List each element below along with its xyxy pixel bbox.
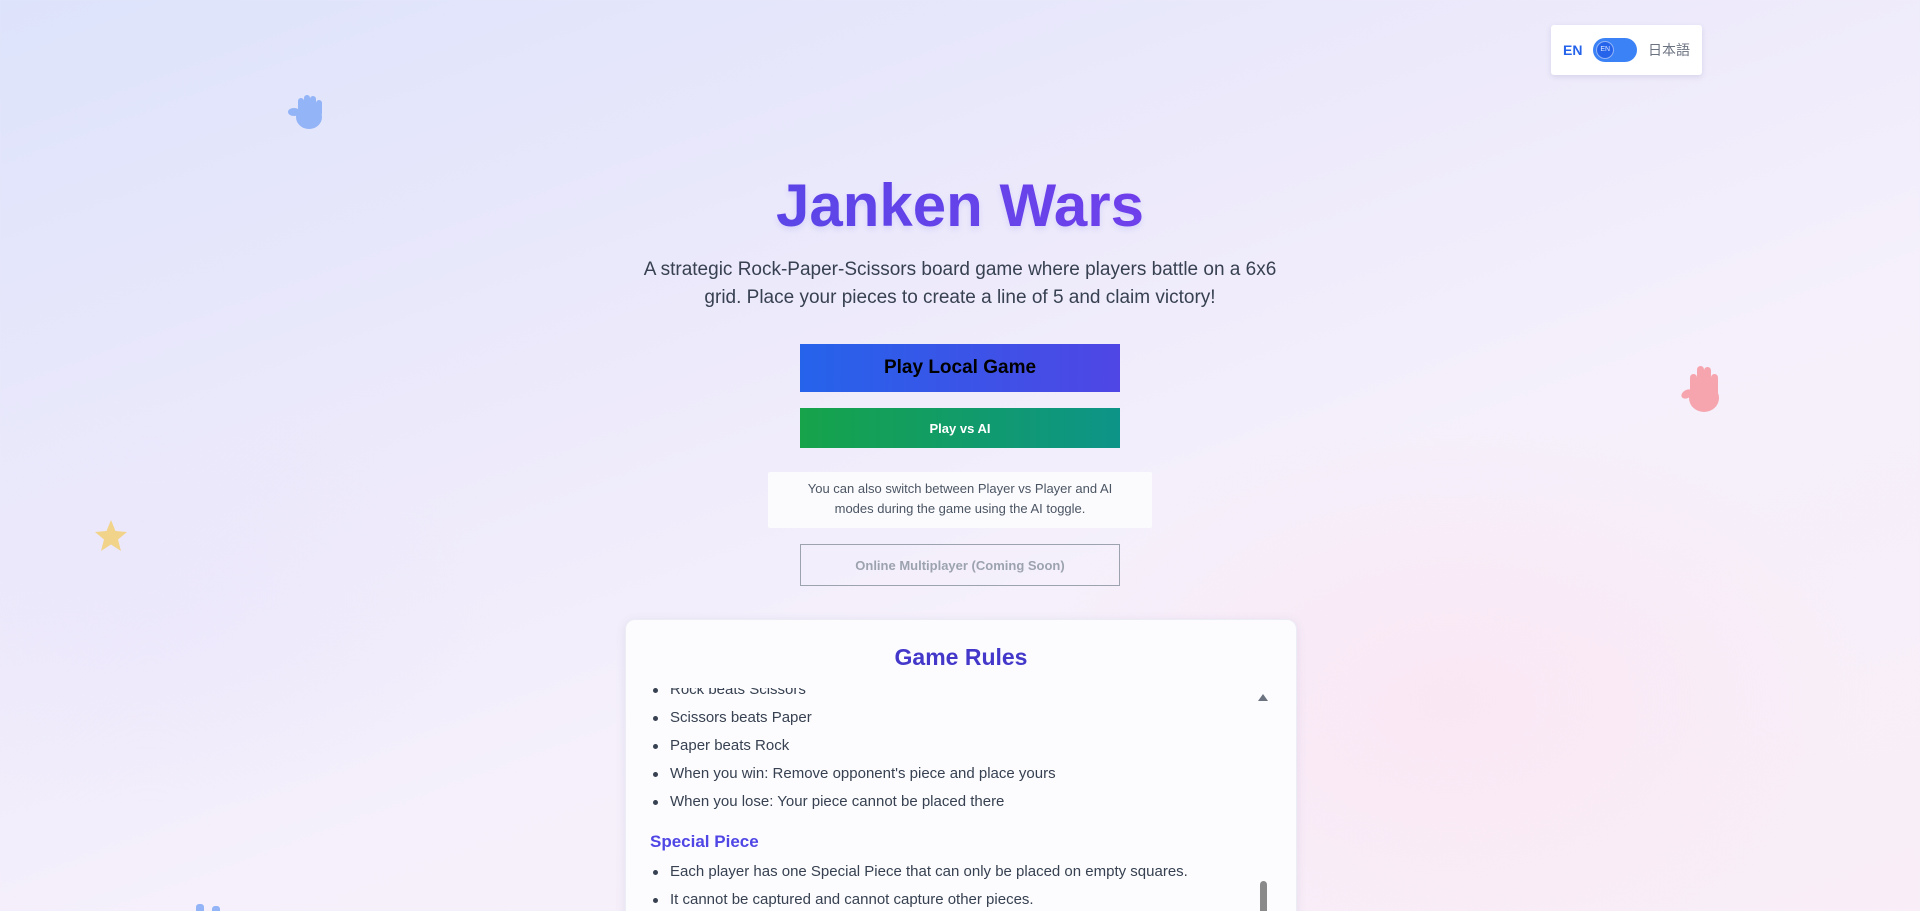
list-item: When you win: Remove opponent's piece an…	[650, 760, 1246, 788]
hand-icon	[196, 904, 220, 911]
special-piece-heading: Special Piece	[650, 832, 759, 851]
language-switch[interactable]: EN	[1593, 38, 1638, 62]
rules-basic-list: Rock beats Scissors Scissors beats Paper…	[650, 688, 1246, 816]
online-multiplayer-button: Online Multiplayer (Coming Soon)	[800, 544, 1120, 586]
list-item: Each player has one Special Piece that c…	[650, 858, 1246, 886]
rules-special-list: Each player has one Special Piece that c…	[650, 858, 1246, 911]
list-item: When you lose: Your piece cannot be plac…	[650, 788, 1246, 816]
hand-icon	[1681, 366, 1719, 412]
play-vs-ai-button[interactable]: Play vs AI	[800, 408, 1120, 448]
game-rules-card: Game Rules Rock beats Scissors Scissors …	[625, 619, 1297, 911]
hand-icon	[288, 95, 322, 129]
scrollbar-thumb[interactable]	[1260, 881, 1267, 911]
star-icon	[95, 520, 127, 551]
list-item: Paper beats Rock	[650, 732, 1246, 760]
rules-title: Game Rules	[894, 644, 1028, 670]
game-description: A strategic Rock-Paper-Scissors board ga…	[643, 259, 1277, 308]
language-switch-knob: EN	[1596, 41, 1615, 59]
list-item: Scissors beats Paper	[650, 704, 1246, 732]
language-option-ja[interactable]: 日本語	[1648, 40, 1690, 60]
page-title: Janken Wars	[0, 168, 1920, 244]
rules-scroll-area[interactable]: Rock beats Scissors Scissors beats Paper…	[650, 688, 1246, 911]
list-item: Rock beats Scissors	[650, 688, 1246, 704]
ai-toggle-note: You can also switch between Player vs Pl…	[768, 472, 1152, 528]
scroll-up-arrow-icon[interactable]	[1258, 694, 1268, 701]
language-toggle[interactable]: EN EN 日本語	[1551, 25, 1702, 75]
language-option-en[interactable]: EN	[1563, 42, 1582, 58]
play-local-game-button[interactable]: Play Local Game	[800, 344, 1120, 392]
list-item: It cannot be captured and cannot capture…	[650, 886, 1246, 911]
